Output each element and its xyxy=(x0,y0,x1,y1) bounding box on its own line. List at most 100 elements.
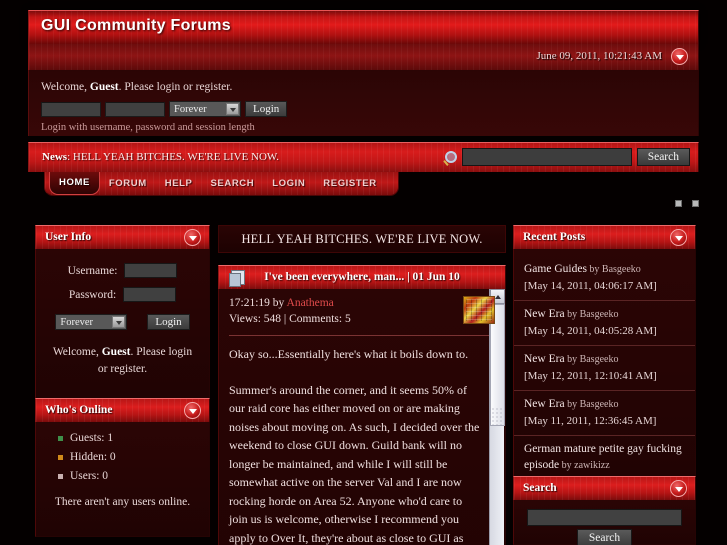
welcome-prefix: Welcome, xyxy=(41,81,90,93)
chevron-down-icon[interactable] xyxy=(671,48,688,65)
search-button[interactable]: Search xyxy=(636,148,690,167)
site-header: GUI Community Forums xyxy=(28,10,699,44)
chevron-down-icon[interactable] xyxy=(112,316,126,328)
square-icon[interactable] xyxy=(692,200,699,207)
recent-post-author[interactable]: by Basgeeko xyxy=(565,309,618,320)
post-body: 17:21:19 by Anathema Views: 548 | Commen… xyxy=(218,289,506,545)
post-thumbnail[interactable] xyxy=(463,296,495,324)
post-time: 17:21:19 xyxy=(229,297,270,309)
welcome-suffix: . Please login or register. xyxy=(118,81,233,93)
whos-online-panel: Who's Online Guests: 1 Hidden: 0 Users: … xyxy=(35,398,210,537)
list-item: New Era by Basgeeko [May 11, 2011, 12:36… xyxy=(514,390,695,435)
page-title: GUI Community Forums xyxy=(41,17,232,34)
session-length-value: Forever xyxy=(60,317,94,328)
login-hint: Login with username, password and sessio… xyxy=(41,122,255,133)
recent-post-subject[interactable]: Game Guides xyxy=(524,263,587,275)
username-row: Username: xyxy=(36,263,209,278)
featured-post: I've been everywhere, man... | 01 Jun 10… xyxy=(218,265,506,545)
post-author-link[interactable]: Anathema xyxy=(287,297,334,309)
post-scrollbar[interactable] xyxy=(489,289,505,545)
hidden-count: Hidden: 0 xyxy=(70,451,116,463)
bullet-icon xyxy=(58,436,63,441)
note-username: Guest xyxy=(101,346,131,358)
list-item: New Era by Basgeeko [May 12, 2011, 12:10… xyxy=(514,345,695,390)
session-length-select[interactable]: Forever xyxy=(55,314,128,330)
chevron-down-icon[interactable] xyxy=(670,480,687,497)
list-item: Hidden: 0 xyxy=(58,451,209,463)
news-text: News: HELL YEAH BITCHES. WE'RE LIVE NOW. xyxy=(42,151,279,163)
tab-register[interactable]: REGISTER xyxy=(314,173,385,195)
session-length-select[interactable]: Forever xyxy=(169,101,241,118)
sidebar-search-input[interactable] xyxy=(527,509,682,526)
post-text: Okay so...Essentially here's what it boi… xyxy=(219,336,505,545)
chevron-down-icon[interactable] xyxy=(670,229,687,246)
password-row: Password: xyxy=(36,287,209,302)
tab-forum[interactable]: FORUM xyxy=(100,173,156,195)
chevron-down-icon[interactable] xyxy=(184,229,201,246)
username-label: Username: xyxy=(67,264,118,277)
corner-indicator-group xyxy=(675,200,699,207)
recent-post-date: [May 14, 2011, 04:05:28 AM] xyxy=(524,325,657,337)
search-input[interactable] xyxy=(461,148,632,167)
post-paragraph: Okay so...Essentially here's what it boi… xyxy=(229,347,469,361)
recent-post-subject[interactable]: New Era xyxy=(524,308,565,320)
list-item: Game Guides by Basgeeko [May 14, 2011, 0… xyxy=(514,256,695,300)
header-search: Search xyxy=(443,148,690,167)
post-header: I've been everywhere, man... | 01 Jun 10 xyxy=(218,265,506,289)
password-label: Password: xyxy=(68,288,117,301)
session-length-value: Forever xyxy=(174,104,207,116)
scrollbar-grip[interactable] xyxy=(491,407,504,425)
post-time-author: 17:21:19 by Anathema xyxy=(229,295,495,311)
welcome-message: Welcome, Guest. Please login or register… xyxy=(41,81,232,93)
list-item: Users: 0 xyxy=(58,470,209,482)
announcement-banner: HELL YEAH BITCHES. WE'RE LIVE NOW. xyxy=(218,225,506,253)
quick-login-strip: Welcome, Guest. Please login or register… xyxy=(28,70,699,136)
tab-home[interactable]: HOME xyxy=(49,172,100,195)
recent-post-date: [May 12, 2011, 12:10:41 AM] xyxy=(524,370,657,382)
bullet-icon xyxy=(58,455,63,460)
recent-post-author[interactable]: by Basgeeko xyxy=(565,354,618,365)
main-content: HELL YEAH BITCHES. WE'RE LIVE NOW. I've … xyxy=(218,225,506,545)
quick-login-form: Forever Login xyxy=(41,100,288,118)
user-info-panel: User Info Username: Password: Forever Lo… xyxy=(35,225,210,401)
whos-online-header: Who's Online xyxy=(35,398,210,422)
welcome-username: Guest xyxy=(89,81,119,93)
password-field[interactable] xyxy=(123,287,177,302)
whos-online-title: Who's Online xyxy=(45,404,113,416)
recent-posts-title: Recent Posts xyxy=(523,231,586,243)
search-panel: Search Search xyxy=(513,476,696,545)
tab-login[interactable]: LOGIN xyxy=(263,173,314,195)
top-date-bar: June 09, 2011, 10:21:43 AM xyxy=(28,44,699,70)
recent-posts-panel: Recent Posts Game Guides by Basgeeko [Ma… xyxy=(513,225,696,494)
recent-post-subject[interactable]: New Era xyxy=(524,398,565,410)
recent-post-author[interactable]: by zawikizz xyxy=(559,460,610,471)
users-count: Users: 0 xyxy=(70,470,109,482)
tab-help[interactable]: HELP xyxy=(156,173,202,195)
post-stats: Views: 548 | Comments: 5 xyxy=(229,313,351,325)
note-prefix: Welcome, xyxy=(52,346,102,358)
search-panel-body: Search xyxy=(513,500,696,545)
post-title[interactable]: I've been everywhere, man... | 01 Jun 10 xyxy=(219,271,505,283)
tab-search[interactable]: SEARCH xyxy=(201,173,263,195)
guests-count: Guests: 1 xyxy=(70,432,114,444)
no-users-online-text: There aren't any users online. xyxy=(54,496,191,508)
recent-post-author[interactable]: by Basgeeko xyxy=(565,399,618,410)
recent-post-author[interactable]: by Basgeeko xyxy=(587,264,640,275)
chevron-down-icon[interactable] xyxy=(184,402,201,419)
chevron-down-icon[interactable] xyxy=(226,103,239,116)
sidebar-search-button[interactable]: Search xyxy=(576,529,633,545)
bullet-icon xyxy=(58,474,63,479)
forum-page: GUI Community Forums June 09, 2011, 10:2… xyxy=(0,0,727,545)
password-input[interactable] xyxy=(105,101,165,117)
user-info-title: User Info xyxy=(45,231,92,243)
main-navigation: HOME FORUM HELP SEARCH LOGIN REGISTER xyxy=(44,172,399,196)
square-icon[interactable] xyxy=(675,200,682,207)
username-input[interactable] xyxy=(41,101,101,117)
login-button[interactable]: Login xyxy=(147,314,190,330)
recent-post-date: [May 11, 2011, 12:36:45 AM] xyxy=(524,415,657,427)
username-field[interactable] xyxy=(124,263,178,278)
recent-post-subject[interactable]: New Era xyxy=(524,353,565,365)
user-info-header: User Info xyxy=(35,225,210,249)
login-button[interactable]: Login xyxy=(245,101,288,118)
recent-posts-body: Game Guides by Basgeeko [May 14, 2011, 0… xyxy=(513,249,696,494)
